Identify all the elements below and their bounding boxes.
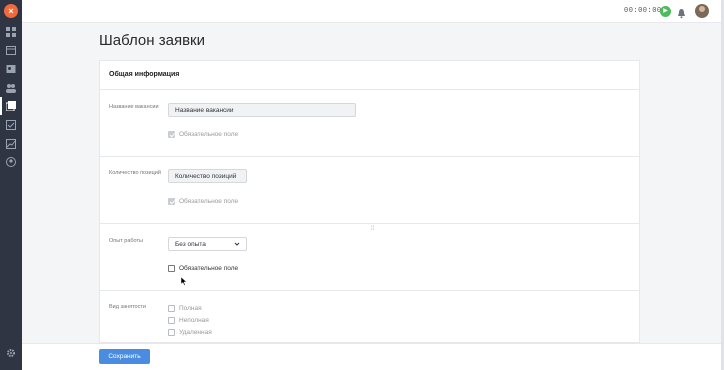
candidates-icon[interactable] bbox=[6, 83, 16, 93]
footer-bar: Сохранить bbox=[22, 343, 721, 370]
card-header: Общая информация bbox=[100, 61, 639, 90]
employment-option-row[interactable]: Удаленная bbox=[168, 329, 212, 336]
chevron-down-icon bbox=[234, 241, 240, 247]
dashboard-icon[interactable] bbox=[6, 27, 16, 37]
positions-required-checkbox[interactable] bbox=[168, 198, 175, 205]
employment-option-checkbox[interactable] bbox=[168, 317, 175, 324]
positions-input[interactable]: Количество позиций bbox=[168, 169, 247, 183]
experience-select[interactable]: Без опыта bbox=[168, 237, 247, 251]
vacancy-name-input[interactable]: Название вакансии bbox=[168, 103, 356, 117]
experience-label: Опыт работы bbox=[109, 238, 143, 244]
vacancy-name-section: Название вакансии Название вакансии Обяз… bbox=[100, 90, 639, 157]
positions-section: Количество позиций Количество позиций Об… bbox=[100, 157, 639, 224]
employment-type-section: Вид занятости Полная Неполная Удаленная bbox=[100, 291, 639, 342]
contacts-icon[interactable] bbox=[6, 64, 16, 74]
top-bar: 00:00:00 ▶ bbox=[22, 0, 724, 23]
general-info-card: Общая информация Название вакансии Назва… bbox=[99, 60, 640, 343]
experience-required-row[interactable]: Обязательное поле bbox=[168, 265, 238, 272]
vacancy-name-required-checkbox[interactable] bbox=[168, 131, 175, 138]
employment-type-label: Вид занятости bbox=[109, 304, 146, 310]
employment-option-row[interactable]: Полная bbox=[168, 305, 202, 312]
profile-icon[interactable] bbox=[6, 157, 16, 167]
positions-label: Количество позиций bbox=[109, 170, 161, 176]
app-logo[interactable]: × bbox=[4, 4, 18, 18]
positions-required-label: Обязательное поле bbox=[179, 198, 239, 205]
experience-required-label: Обязательное поле bbox=[179, 265, 239, 272]
notifications-bell-icon[interactable] bbox=[676, 6, 687, 19]
sidebar: × bbox=[0, 0, 22, 370]
drag-handle-icon[interactable]: ⁞⁞ bbox=[371, 226, 374, 232]
vacancy-name-label: Название вакансии bbox=[109, 104, 159, 110]
employment-option-checkbox[interactable] bbox=[168, 305, 175, 312]
positions-required-row[interactable]: Обязательное поле bbox=[168, 198, 238, 205]
time-tracker-display: 00:00:00 bbox=[624, 7, 662, 15]
play-timer-button[interactable]: ▶ bbox=[660, 6, 671, 17]
employment-option-label: Неполная bbox=[179, 317, 209, 324]
analytics-icon[interactable] bbox=[6, 139, 16, 149]
experience-selected-value: Без опыта bbox=[175, 241, 206, 248]
templates-icon[interactable] bbox=[0, 97, 16, 115]
vacancy-name-required-label: Обязательное поле bbox=[179, 131, 239, 138]
user-avatar[interactable] bbox=[695, 4, 709, 18]
employment-option-label: Удаленная bbox=[179, 329, 212, 336]
mouse-pointer-icon bbox=[180, 273, 188, 286]
settings-gear-icon[interactable] bbox=[6, 348, 16, 358]
page-title: Шаблон заявки bbox=[99, 32, 205, 49]
calendar-icon[interactable] bbox=[6, 45, 16, 55]
vacancy-name-required-row[interactable]: Обязательное поле bbox=[168, 131, 238, 138]
experience-required-checkbox[interactable] bbox=[168, 265, 175, 272]
employment-option-checkbox[interactable] bbox=[168, 329, 175, 336]
tasks-icon[interactable] bbox=[6, 120, 16, 130]
employment-option-label: Полная bbox=[179, 305, 202, 312]
save-button[interactable]: Сохранить bbox=[99, 349, 150, 364]
employment-option-row[interactable]: Неполная bbox=[168, 317, 209, 324]
